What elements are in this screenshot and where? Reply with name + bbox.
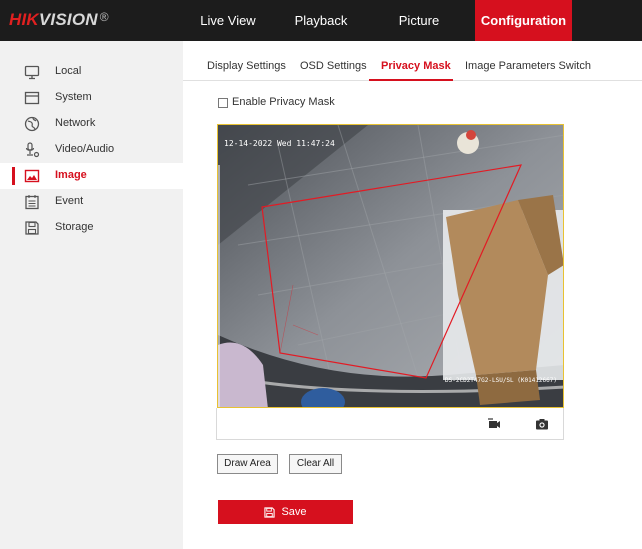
sidebar-item-label: Image [55, 169, 87, 181]
save-button[interactable]: Save [218, 500, 353, 524]
video-control-bar [216, 408, 564, 440]
tab-display-settings[interactable]: Display Settings [207, 60, 286, 72]
nav-configuration[interactable]: Configuration [475, 0, 572, 41]
osd-datetime: 12-14-2022 Wed 11:47:24 [224, 139, 335, 148]
sidebar-item-label: Network [55, 117, 96, 129]
sidebar: Local System Network Video/Audio Image E… [0, 41, 183, 549]
logo-text-vision: VISION [38, 10, 98, 29]
active-indicator [12, 167, 15, 185]
globe-icon [24, 116, 40, 132]
sidebar-item-system[interactable]: System [0, 85, 183, 111]
sidebar-item-event[interactable]: Event [0, 189, 183, 215]
enable-privacy-mask-checkbox[interactable] [218, 98, 228, 108]
logo-text-hik: HIK [9, 10, 39, 29]
sidebar-item-label: Event [55, 195, 84, 207]
enable-privacy-mask-label: Enable Privacy Mask [232, 96, 335, 108]
nav-playback[interactable]: Playback [276, 0, 366, 41]
calendar-icon [25, 195, 39, 210]
sidebar-item-label: Local [55, 65, 82, 77]
camera-icon[interactable] [535, 417, 549, 431]
draw-area-button[interactable]: Draw Area [217, 454, 278, 474]
nav-live-view[interactable]: Live View [183, 0, 273, 41]
top-navigation-bar: HIKVISION ® Live View Playback Picture Co… [0, 0, 642, 41]
active-tab-underline [369, 79, 453, 81]
clear-all-button[interactable]: Clear All [289, 454, 342, 474]
hikvision-logo: HIKVISION ® [9, 10, 109, 30]
record-icon[interactable] [487, 417, 501, 431]
sidebar-item-image[interactable]: Image [0, 163, 183, 189]
nav-picture[interactable]: Picture [371, 0, 467, 41]
sidebar-item-label: System [55, 91, 92, 103]
image-icon [24, 169, 40, 183]
sidebar-item-network[interactable]: Network [0, 111, 183, 137]
sidebar-item-video-audio[interactable]: Video/Audio [0, 137, 183, 163]
sidebar-item-storage[interactable]: Storage [0, 215, 183, 241]
camera-scene [218, 125, 563, 407]
osd-device-name: DS-2CD2T47G2-LSU/SL (K01412667) [445, 377, 557, 384]
video-audio-icon [25, 142, 40, 158]
monitor-icon [24, 65, 40, 80]
tab-osd-settings[interactable]: OSD Settings [300, 60, 367, 72]
video-preview[interactable]: 12-14-2022 Wed 11:47:24 DS-2CD2T47G2-LSU… [217, 124, 564, 408]
sidebar-item-label: Storage [55, 221, 94, 233]
sidebar-item-local[interactable]: Local [0, 59, 183, 85]
system-icon [24, 91, 40, 105]
tab-privacy-mask[interactable]: Privacy Mask [381, 60, 451, 72]
sidebar-item-label: Video/Audio [55, 143, 115, 155]
save-icon [264, 506, 276, 518]
tab-image-parameters-switch[interactable]: Image Parameters Switch [465, 60, 591, 72]
storage-icon [25, 221, 39, 235]
save-button-label: Save [281, 506, 307, 518]
logo-registered-mark: ® [99, 10, 109, 24]
